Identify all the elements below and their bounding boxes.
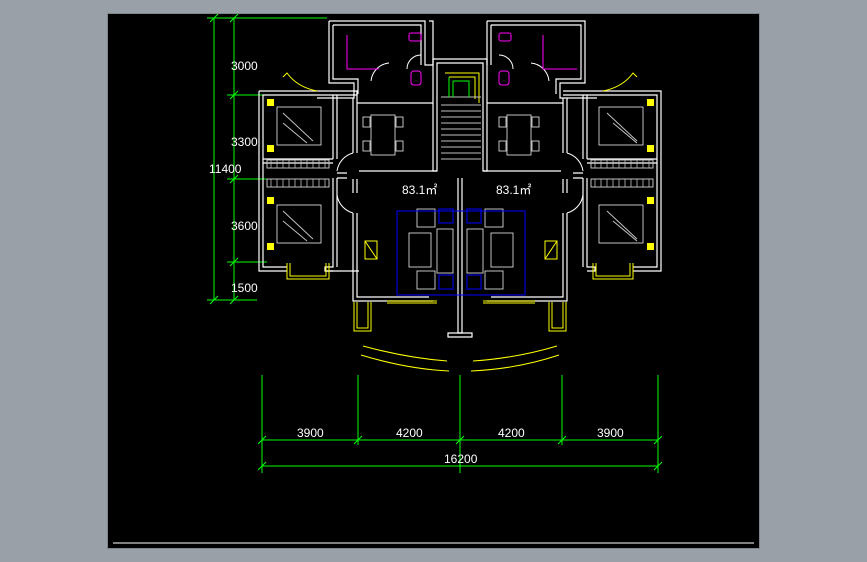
kitchen-hood-symbols [364,240,558,260]
vertical-dim-1500: 1500 [231,281,258,295]
door-swings [336,54,584,214]
windows-and-balconies [282,72,638,372]
stair-arrow [448,77,470,97]
vertical-dim-total-11400: 11400 [209,162,242,176]
horizontal-dim-4200-left: 4200 [396,426,423,440]
staircase-treads [441,104,481,160]
horizontal-dim-3900-left: 3900 [297,426,324,440]
unit-area-right: 83.1㎡ [496,183,531,197]
vertical-dim-3000: 3000 [231,59,258,73]
unit-area-left: 83.1㎡ [402,183,437,197]
horizontal-dim-total-16200: 16200 [444,452,478,466]
vertical-dim-3600: 3600 [231,219,258,233]
nightstands [267,99,654,250]
vertical-dim-3300: 3300 [231,135,258,149]
horizontal-dim-3900-right: 3900 [597,426,624,440]
cad-drawing-canvas: 3000 3300 11400 3600 1500 3900 4200 4200… [107,13,760,549]
horizontal-dim-4200-right: 4200 [498,426,525,440]
bedroom-furniture [266,96,654,290]
wardrobe-hatching [270,160,650,187]
sofa-set-blue [396,208,526,296]
floor-plan-svg: 3000 3300 11400 3600 1500 3900 4200 4200… [113,13,754,544]
